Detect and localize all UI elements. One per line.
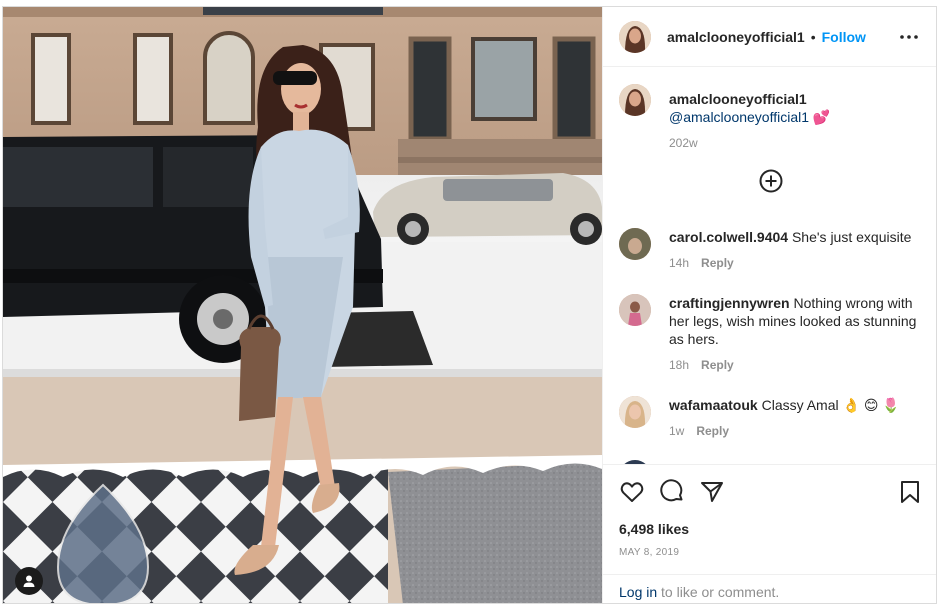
user-tag-icon[interactable] xyxy=(15,567,43,595)
caption-author-avatar[interactable] xyxy=(619,84,651,116)
post-photo[interactable] xyxy=(3,7,602,603)
comment-age[interactable]: 14h xyxy=(669,256,689,270)
commenter-avatar[interactable] xyxy=(619,294,651,326)
heart-icon[interactable] xyxy=(619,479,645,505)
comment-icon[interactable] xyxy=(659,479,685,505)
comment-meta: 18h Reply xyxy=(669,358,919,372)
commenter-username[interactable]: wafamaatouk xyxy=(669,397,758,413)
author-avatar[interactable] xyxy=(619,20,651,53)
login-link[interactable]: Log in xyxy=(619,584,657,600)
commenter-username[interactable]: carol.colwell.9404 xyxy=(669,229,788,245)
comment-body: Classy Amal 👌 😊 🌷 xyxy=(761,397,900,413)
reply-button[interactable]: Reply xyxy=(696,424,729,438)
caption-text: amalclooneyofficial1 @amalclooneyofficia… xyxy=(669,90,919,126)
comment-text: craftingjennywren Nothing wrong with her… xyxy=(669,294,919,348)
header-separator: • xyxy=(810,28,816,45)
caption-emoji: 💕 xyxy=(812,109,831,125)
comment-text: carol.colwell.9404 She's just exquisite xyxy=(669,228,919,246)
commenter-avatar[interactable] xyxy=(619,396,651,428)
like-count[interactable]: 6,498 likes xyxy=(619,521,689,537)
bookmark-icon[interactable] xyxy=(897,479,923,505)
comment-meta: 14h Reply xyxy=(669,256,919,270)
author-username[interactable]: amalclooneyofficial1 xyxy=(667,29,805,45)
login-prompt: Log in to like or comment. xyxy=(603,574,936,603)
caption-username[interactable]: amalclooneyofficial1 xyxy=(669,91,807,107)
caption-meta: 202w xyxy=(669,136,919,150)
share-icon[interactable] xyxy=(699,479,725,505)
caption-mention[interactable]: @amalclooneyofficial1 xyxy=(669,109,809,125)
post-side-panel: amalclooneyofficial1 • Follow amalcloone… xyxy=(602,7,936,603)
post-header: amalclooneyofficial1 • Follow xyxy=(603,7,936,67)
add-circle-icon[interactable] xyxy=(757,167,785,195)
street-scene-illustration xyxy=(3,7,602,603)
comment-text: wafamaatouk Classy Amal 👌 😊 🌷 xyxy=(669,396,919,414)
post-date[interactable]: MAY 8, 2019 xyxy=(619,547,679,558)
action-bar xyxy=(619,479,922,505)
commenter-avatar[interactable] xyxy=(619,228,651,260)
comments-list[interactable]: amalclooneyofficial1 @amalclooneyofficia… xyxy=(603,68,936,464)
more-options-icon[interactable] xyxy=(897,28,921,46)
reply-button[interactable]: Reply xyxy=(701,256,734,270)
comment-body: She's just exquisite xyxy=(791,229,912,245)
caption-age[interactable]: 202w xyxy=(669,136,698,150)
comment-age[interactable]: 18h xyxy=(669,358,689,372)
post-modal: amalclooneyofficial1 • Follow amalcloone… xyxy=(2,6,937,604)
comment-age[interactable]: 1w xyxy=(669,424,684,438)
comment-meta: 1w Reply xyxy=(669,424,919,438)
commenter-username[interactable]: craftingjennywren xyxy=(669,295,790,311)
reply-button[interactable]: Reply xyxy=(701,358,734,372)
follow-button[interactable]: Follow xyxy=(822,29,866,45)
login-suffix: to like or comment. xyxy=(657,584,780,600)
